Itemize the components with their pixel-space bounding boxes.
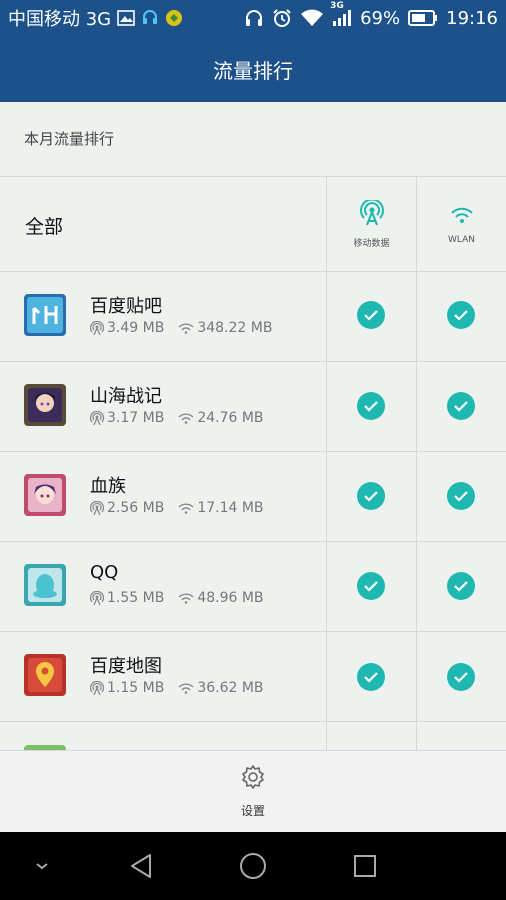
wifi-usage: 17.14 MB bbox=[197, 500, 264, 516]
app-notification-icon bbox=[165, 9, 183, 27]
mobile-usage: 3.49 MB bbox=[107, 320, 165, 336]
app-row-xuezu: 血族 2.56 MB 17.14 MB bbox=[0, 452, 506, 542]
app-row-partial bbox=[0, 723, 506, 750]
battery-percent: 69% bbox=[360, 7, 401, 29]
wifi-usage: 48.96 MB bbox=[197, 590, 264, 606]
antenna-icon bbox=[359, 198, 384, 230]
qq-app-icon bbox=[24, 564, 66, 606]
mobile-data-icon bbox=[90, 411, 104, 425]
battery-icon bbox=[408, 10, 438, 26]
wlan-toggle[interactable] bbox=[447, 572, 475, 600]
mobile-data-toggle[interactable] bbox=[357, 572, 385, 600]
baidu-tieba-app-icon bbox=[24, 294, 66, 336]
wifi-icon bbox=[178, 682, 194, 694]
app-name: 血族 bbox=[90, 476, 126, 497]
app-row-baidu-map: 百度地图 1.15 MB 36.62 MB bbox=[0, 632, 506, 722]
page-title: 流量排行 bbox=[213, 58, 293, 83]
app-row-qq: QQ 1.55 MB 48.96 MB bbox=[0, 542, 506, 632]
cellular-signal-icon: 3G bbox=[330, 1, 352, 27]
table-header: 全部 移动数据 WLAN bbox=[0, 177, 506, 272]
wifi-icon bbox=[178, 412, 194, 424]
mobile-data-label: 移动数据 bbox=[353, 239, 390, 249]
wifi-icon bbox=[178, 592, 194, 604]
network-type-label: 3G bbox=[330, 1, 344, 11]
hide-nav-chevron-icon[interactable] bbox=[26, 850, 58, 882]
wifi-usage: 24.76 MB bbox=[197, 410, 264, 426]
mobile-data-icon bbox=[90, 681, 104, 695]
wlan-toggle[interactable] bbox=[447, 392, 475, 420]
app-usage: 1.15 MB 36.62 MB bbox=[90, 680, 264, 696]
app-name: QQ bbox=[90, 562, 119, 583]
mobile-usage: 3.17 MB bbox=[107, 410, 165, 426]
headphones-icon bbox=[244, 9, 264, 27]
all-apps-label: 全部 bbox=[25, 216, 64, 238]
settings-button[interactable]: 设置 bbox=[0, 750, 506, 832]
mobile-usage: 1.55 MB bbox=[107, 590, 165, 606]
title-bar: 流量排行 bbox=[0, 36, 506, 102]
xuezu-app-icon bbox=[24, 474, 66, 516]
app-row-shanhai-zhanji: 山海战记 3.17 MB 24.76 MB bbox=[0, 362, 506, 452]
wifi-signal-icon bbox=[300, 9, 324, 27]
wifi-icon bbox=[449, 205, 475, 229]
app-row-baidu-tieba: 百度贴吧 3.49 MB 348.22 MB bbox=[0, 272, 506, 362]
wifi-icon bbox=[178, 502, 194, 514]
app-name: 百度地图 bbox=[90, 656, 162, 677]
wifi-usage: 36.62 MB bbox=[197, 680, 264, 696]
wifi-icon bbox=[178, 322, 194, 334]
recents-button[interactable] bbox=[349, 850, 381, 882]
alarm-icon bbox=[272, 8, 292, 28]
app-usage: 2.56 MB 17.14 MB bbox=[90, 500, 264, 516]
mobile-data-toggle[interactable] bbox=[357, 301, 385, 329]
wifi-usage: 348.22 MB bbox=[197, 320, 273, 336]
app-usage: 3.17 MB 24.76 MB bbox=[90, 410, 264, 426]
mobile-data-toggle[interactable] bbox=[357, 482, 385, 510]
home-button[interactable] bbox=[237, 850, 269, 882]
caption-text: 本月流量排行 bbox=[24, 130, 115, 148]
mobile-data-icon bbox=[90, 321, 104, 335]
navigation-bar bbox=[0, 832, 506, 900]
wlan-label: WLAN bbox=[447, 234, 475, 245]
app-usage: 3.49 MB 348.22 MB bbox=[90, 320, 272, 336]
mobile-data-column-header: 移动数据 bbox=[327, 177, 416, 272]
mobile-usage: 2.56 MB bbox=[107, 500, 165, 516]
settings-label: 设置 bbox=[240, 804, 265, 818]
wlan-toggle[interactable] bbox=[447, 663, 475, 691]
wlan-column-header: WLAN bbox=[417, 177, 506, 272]
clock: 19:16 bbox=[446, 7, 498, 29]
mobile-data-icon bbox=[90, 591, 104, 605]
app-usage: 1.55 MB 48.96 MB bbox=[90, 590, 264, 606]
baidu-map-app-icon bbox=[24, 654, 66, 696]
app-name: 百度贴吧 bbox=[90, 296, 162, 317]
mobile-usage: 1.15 MB bbox=[107, 680, 165, 696]
section-caption: 本月流量排行 bbox=[0, 102, 506, 177]
carrier-label: 中国移动 3G bbox=[8, 9, 112, 30]
status-bar: 中国移动 3G 3G 69% 19:16 bbox=[0, 0, 506, 36]
headset-notification-icon bbox=[141, 9, 159, 27]
wlan-toggle[interactable] bbox=[447, 482, 475, 510]
mobile-data-toggle[interactable] bbox=[357, 663, 385, 691]
mobile-data-icon bbox=[90, 501, 104, 515]
gear-icon bbox=[240, 764, 266, 794]
wlan-toggle[interactable] bbox=[447, 301, 475, 329]
shanhai-zhanji-app-icon bbox=[24, 384, 66, 426]
gallery-notification-icon bbox=[117, 10, 135, 26]
app-name: 山海战记 bbox=[90, 386, 162, 407]
back-button[interactable] bbox=[125, 850, 157, 882]
mobile-data-toggle[interactable] bbox=[357, 392, 385, 420]
